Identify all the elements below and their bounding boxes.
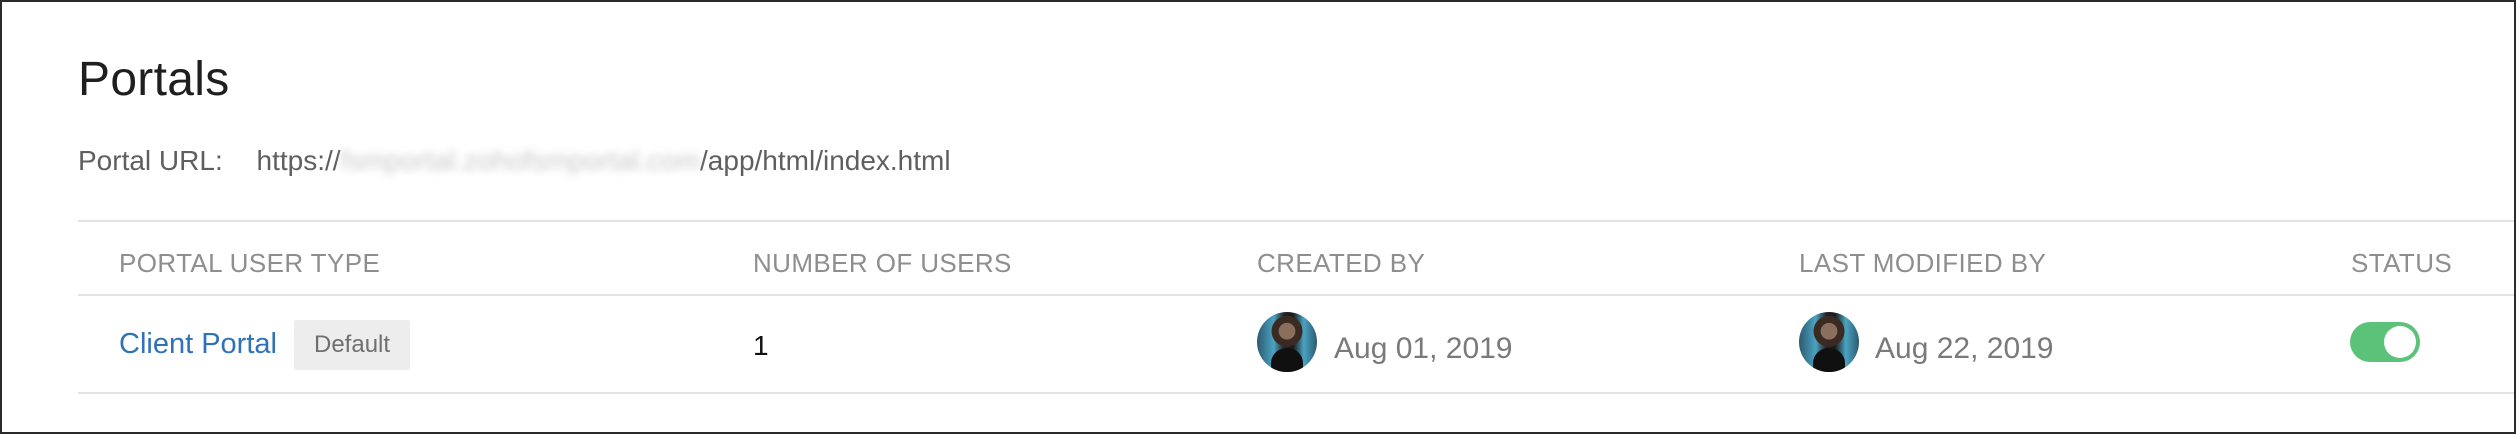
default-badge: Default [294,320,411,370]
toggle-knob-icon [2384,326,2416,358]
portal-name-link[interactable]: Client Portal [119,328,277,361]
header-bottom-divider [78,294,2514,296]
portal-url-label: Portal URL: [78,145,223,176]
page-title: Portals [78,53,230,106]
header-top-divider [78,220,2514,222]
column-header-status: STATUS [2351,248,2453,278]
status-toggle[interactable] [2350,322,2420,362]
row-bottom-divider [78,392,2514,394]
number-of-users-value: 1 [753,330,769,361]
last-modified-by-date: Aug 22, 2019 [1875,332,2054,365]
column-header-last-modified-by: LAST MODIFIED BY [1799,248,2047,278]
portal-url-host: fsmportal.zohofsmportal.com [340,145,701,176]
column-header-created-by: CREATED BY [1257,248,1426,278]
created-by-avatar [1257,312,1317,372]
portal-url-prefix: https:// [256,145,341,176]
column-header-portal-user-type: PORTAL USER TYPE [119,248,381,278]
portal-url-row: Portal URL: https://fsmportal.zohofsmpor… [78,145,951,177]
created-by-date: Aug 01, 2019 [1334,332,1513,365]
portal-url-path: /app/html/index.html [700,145,951,176]
portals-panel: Portals Portal URL: https://fsmportal.zo… [0,0,2516,434]
column-header-number-of-users: NUMBER OF USERS [753,248,1012,278]
last-modified-by-avatar [1799,312,1859,372]
